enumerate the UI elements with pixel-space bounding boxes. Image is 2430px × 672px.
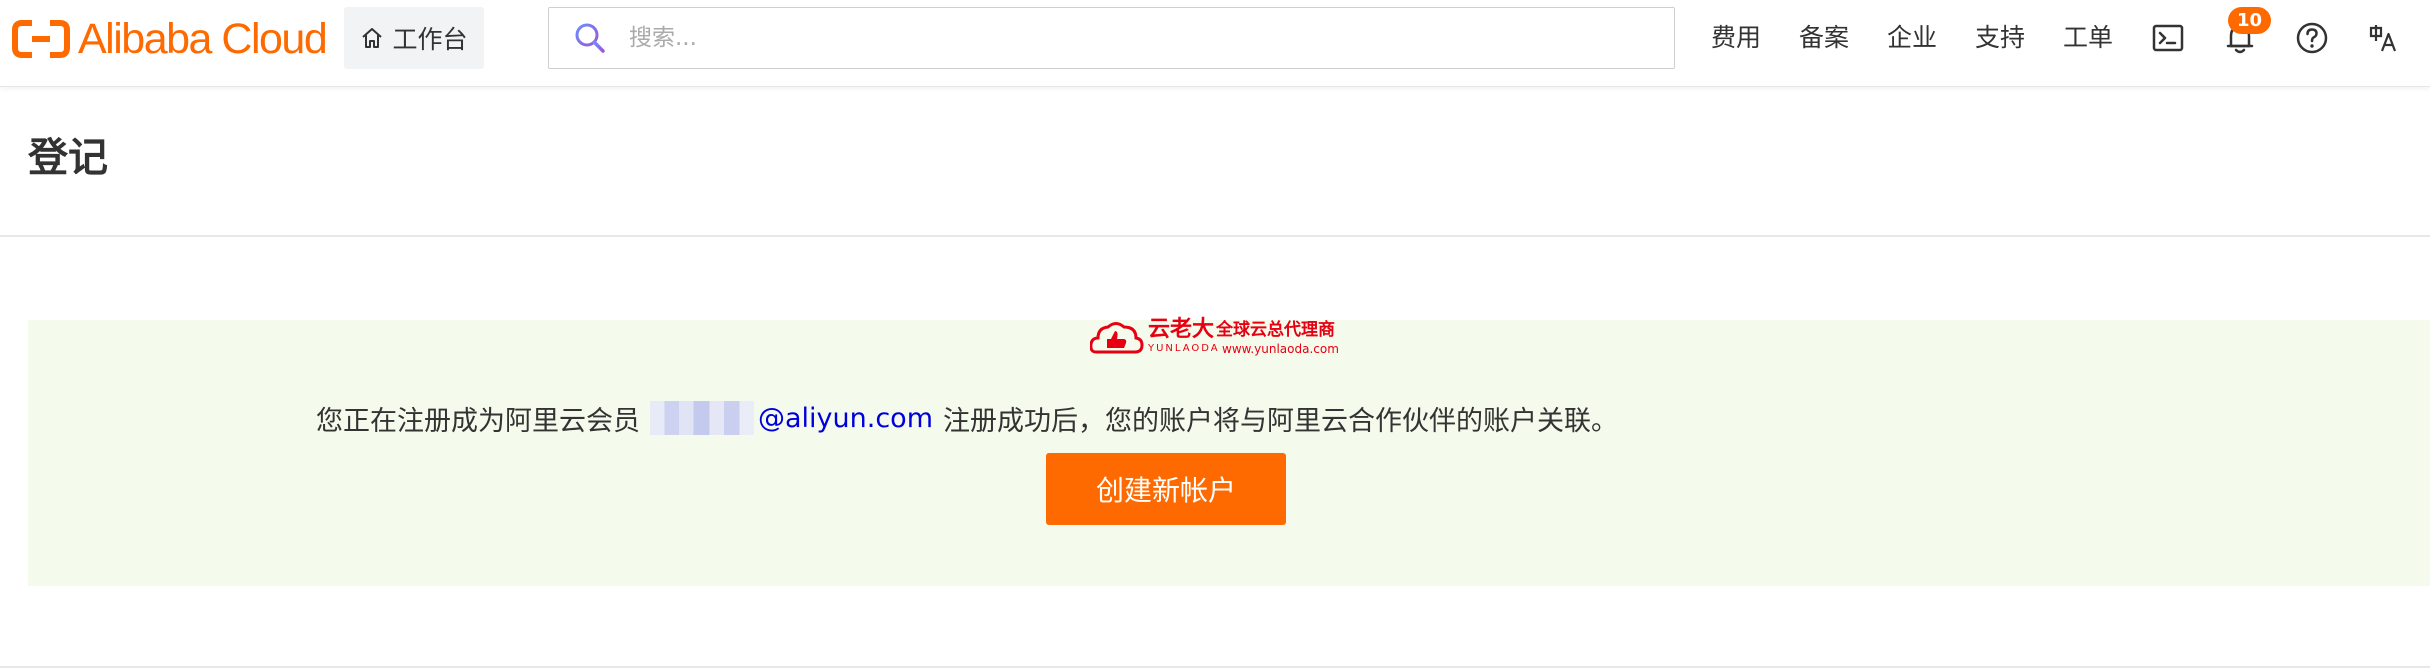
watermark-latin: YUNLAODA [1148,343,1220,354]
language-icon [2369,25,2397,52]
alibaba-cloud-logo[interactable]: Alibaba Cloud [12,15,328,63]
home-icon [362,28,383,48]
header-divider [0,235,2430,237]
search-icon [575,23,605,53]
search-input[interactable] [629,10,1629,66]
help-icon [2296,22,2328,54]
create-new-account-button[interactable]: 创建新帐户 [1046,453,1286,525]
watermark-name: 云老大 [1148,317,1215,342]
help-button[interactable] [2294,20,2330,56]
nav-link-icp-filing[interactable]: 备案 [1799,20,1849,56]
footer-divider [0,666,2430,668]
watermark-slogan: 全球云总代理商 [1216,320,1335,340]
notification-count-badge: 10 [2228,7,2271,34]
brand-name: Alibaba Cloud [78,15,328,63]
masked-account-name [650,401,754,435]
watermark-url: www.yunlaoda.com [1222,342,1339,356]
workbench-label: 工作台 [392,25,468,54]
nav-link-enterprise[interactable]: 企业 [1887,20,1937,56]
top-navigation-bar: Alibaba Cloud 工作台 费用 备案 企业 支持 工单 [0,0,2430,87]
alibaba-cloud-logo-icon [12,20,70,58]
terminal-icon [2152,24,2184,52]
notice-prefix: 您正在注册成为阿里云会员 [316,405,640,437]
terminal-button[interactable] [2150,20,2186,56]
workbench-button[interactable]: 工作台 [344,7,484,69]
nav-link-billing[interactable]: 费用 [1711,20,1761,56]
search-box[interactable] [548,7,1675,69]
nav-link-support[interactable]: 支持 [1975,20,2025,56]
registration-notice-text: 您正在注册成为阿里云会员 @aliyun.com 注册成功后，您的账户将与阿里云… [316,398,1618,438]
page-title: 登记 [28,135,108,181]
language-switch-button[interactable] [2366,20,2402,56]
notice-suffix: 注册成功后，您的账户将与阿里云合作伙伴的账户关联。 [943,405,1618,437]
member-email-domain: @aliyun.com [758,402,933,434]
nav-link-tickets[interactable]: 工单 [2063,20,2113,56]
